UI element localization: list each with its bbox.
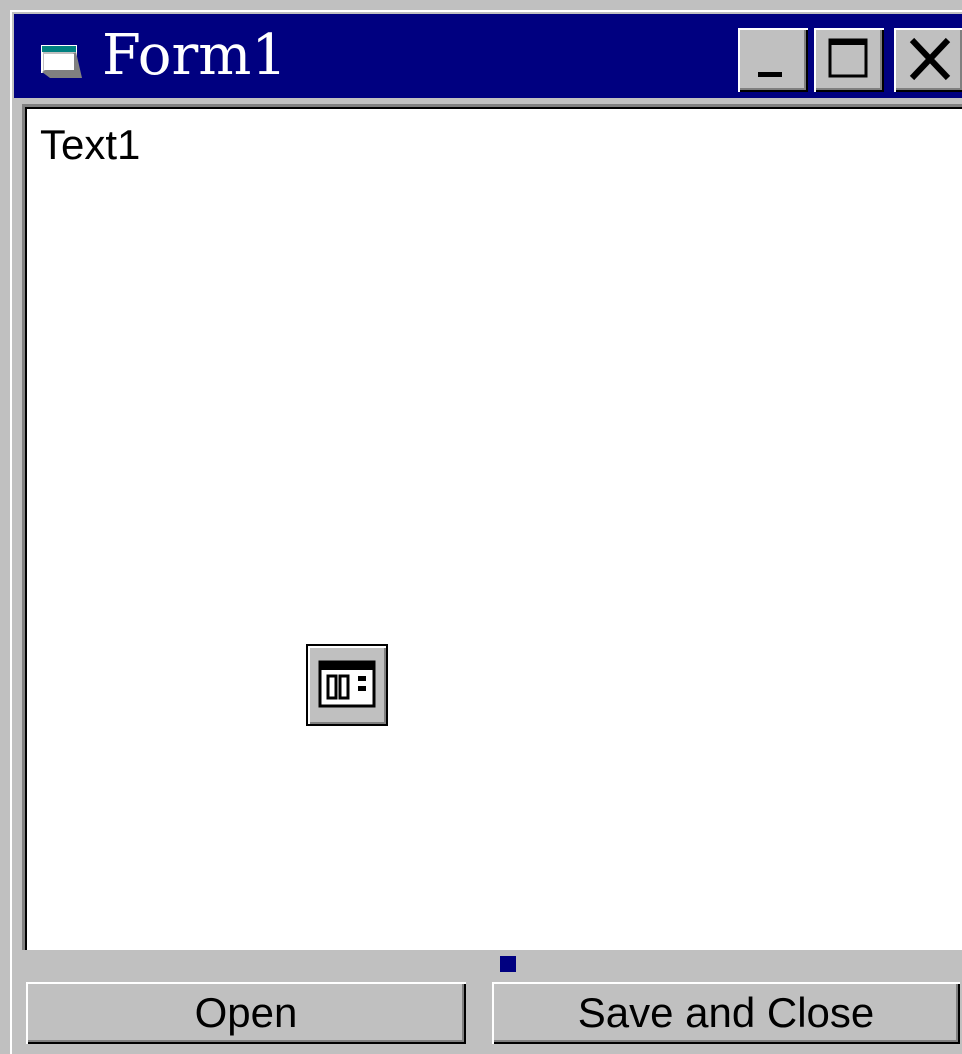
close-button[interactable] — [894, 28, 962, 92]
open-button[interactable]: Open — [26, 982, 466, 1044]
designer-surface: Form1 Text1 Open Save and Close — [0, 0, 962, 1054]
title-bar[interactable]: Form1 — [14, 14, 962, 98]
maximize-button[interactable] — [814, 28, 884, 92]
minimize-button[interactable] — [738, 28, 808, 92]
selection-handle[interactable] — [500, 956, 516, 972]
form-window-icon — [36, 38, 84, 82]
maximize-icon — [828, 38, 868, 78]
close-icon — [909, 37, 951, 81]
text-box[interactable]: Text1 — [22, 104, 962, 950]
common-dialog-icon[interactable] — [306, 644, 388, 726]
save-and-close-button[interactable]: Save and Close — [492, 982, 960, 1044]
text-box-value: Text1 — [40, 121, 141, 168]
form-window[interactable]: Form1 Text1 Open Save and Close — [10, 10, 962, 1054]
minimize-icon — [758, 72, 782, 77]
window-title: Form1 — [102, 23, 288, 88]
